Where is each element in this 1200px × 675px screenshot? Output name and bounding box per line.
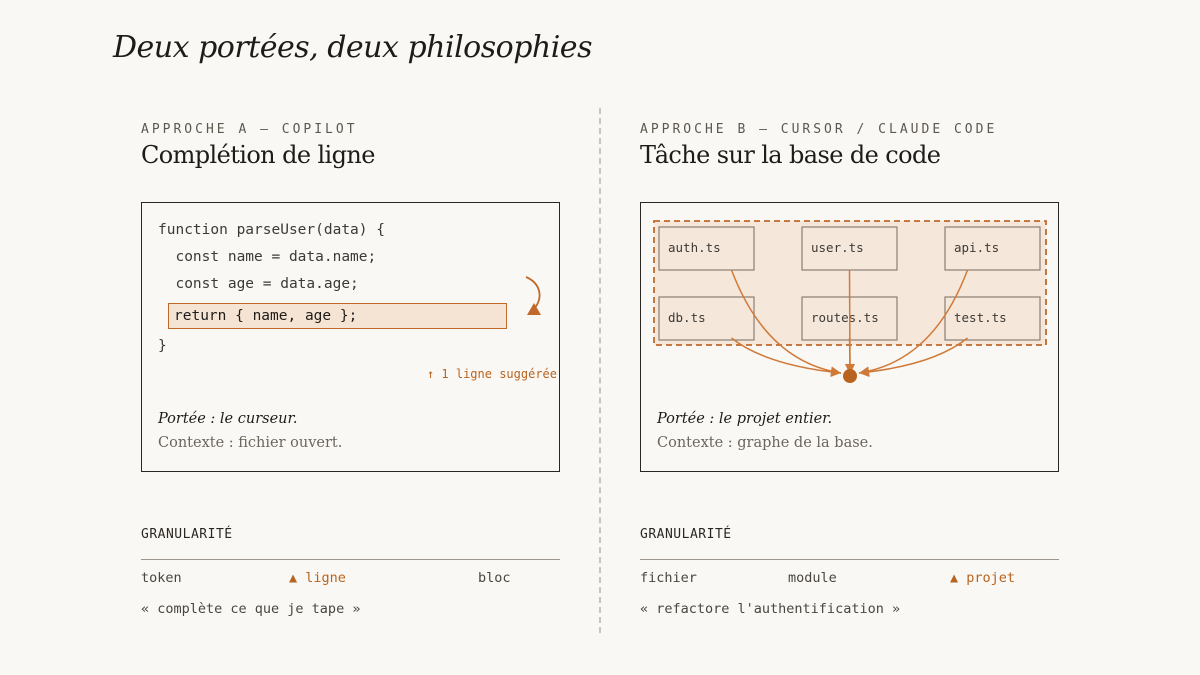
dependency-edge	[848, 337, 851, 366]
granularity-label: GRANULARITÉ	[640, 527, 732, 542]
granularity-quote: « complète ce que je tape »	[141, 601, 361, 617]
project-hub-node	[843, 369, 857, 383]
approach-a-column: APPROCHE A — COPILOT Complétion de ligne…	[141, 122, 561, 617]
granularity-item-ligne: ▲ ligne	[289, 570, 346, 586]
file-name: auth.ts	[668, 240, 721, 255]
granularity-item-fichier: fichier	[640, 570, 697, 586]
granularity-scale: token ▲ ligne bloc	[141, 570, 560, 588]
granularity-quote: « refactore l'authentification »	[640, 601, 901, 617]
scope-text: Portée : le projet entier.	[657, 411, 833, 427]
approach-b-kicker: APPROCHE B — CURSOR / CLAUDE CODE	[640, 122, 998, 137]
file-node: auth.ts	[658, 226, 755, 271]
scope-text: Portée : le curseur.	[158, 411, 298, 427]
granularity-label: GRANULARITÉ	[141, 527, 233, 542]
file-name: test.ts	[954, 310, 1007, 325]
code-line: function parseUser(data) {	[158, 222, 385, 238]
granularity-item-module: module	[788, 570, 837, 586]
file-name: api.ts	[954, 240, 999, 255]
code-completion-card: function parseUser(data) { const name = …	[141, 202, 560, 472]
code-line: }	[158, 338, 167, 354]
suggestion-note: ↑ 1 ligne suggérée	[426, 367, 557, 381]
codebase-task-card: auth.ts user.ts api.ts db.ts routes.ts test.t…	[640, 202, 1059, 472]
context-text: Contexte : fichier ouvert.	[158, 435, 343, 451]
granularity-item-projet: ▲ projet	[950, 570, 1016, 586]
suggested-code-line: return { name, age };	[168, 303, 507, 329]
page-title: Deux portées, deux philosophies	[113, 30, 592, 65]
file-name: routes.ts	[811, 310, 879, 325]
context-text: Contexte : graphe de la base.	[657, 435, 873, 451]
column-divider	[599, 108, 601, 633]
file-node: api.ts	[944, 226, 1041, 271]
approach-b-heading: Tâche sur la base de code	[640, 141, 941, 169]
codebase-graph: auth.ts user.ts api.ts db.ts routes.ts test.t…	[653, 220, 1047, 383]
file-name: db.ts	[668, 310, 706, 325]
granularity-item-token: token	[141, 570, 182, 586]
approach-b-column: APPROCHE B — CURSOR / CLAUDE CODE Tâche …	[640, 122, 1060, 617]
suggestion-arrow-icon	[525, 276, 541, 315]
file-node: user.ts	[801, 226, 898, 271]
approach-a-kicker: APPROCHE A — COPILOT	[141, 122, 358, 137]
code-block: function parseUser(data) { const name = …	[158, 217, 507, 360]
granularity-rule	[141, 559, 560, 560]
code-line: const age = data.age;	[158, 276, 359, 292]
file-node: db.ts	[658, 296, 755, 341]
granularity-item-bloc: bloc	[478, 570, 511, 586]
file-name: user.ts	[811, 240, 864, 255]
file-node: test.ts	[944, 296, 1041, 341]
granularity-rule	[640, 559, 1059, 560]
approach-a-heading: Complétion de ligne	[141, 141, 375, 169]
granularity-scale: fichier module ▲ projet	[640, 570, 1059, 588]
code-line: const name = data.name;	[158, 249, 377, 265]
